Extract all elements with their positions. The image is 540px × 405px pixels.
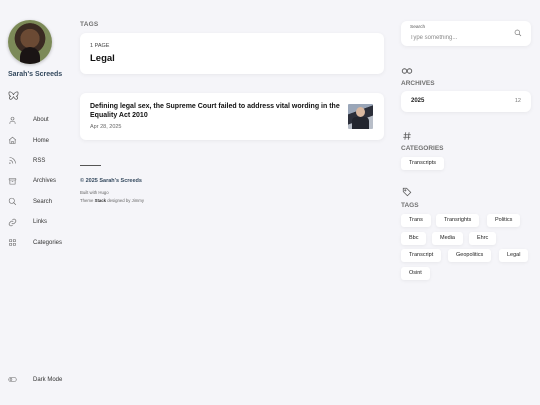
sidebar-item-categories[interactable]: Categories: [8, 232, 62, 252]
site-name[interactable]: Sarah's Screeds: [8, 71, 62, 78]
tags-title: TAGS: [401, 202, 419, 209]
tag-chip[interactable]: Politics: [487, 214, 521, 227]
article-date: Apr 28, 2025: [90, 124, 122, 130]
term-header-card: 1 PAGE Legal: [80, 33, 384, 74]
article-thumbnail[interactable]: [348, 104, 373, 129]
sidebar-item-links[interactable]: Links: [8, 212, 62, 232]
footer-theme-suffix: designed by Jimmy: [106, 198, 145, 203]
sidebar-item-label: RSS: [33, 157, 46, 164]
sidebar-item-label: Archives: [33, 178, 57, 185]
butterfly-icon[interactable]: [8, 91, 19, 102]
tag-chip[interactable]: Bbc: [401, 232, 427, 245]
archive-year-2025[interactable]: 2025 12: [401, 91, 531, 112]
footer-divider: [80, 165, 101, 166]
avatar[interactable]: [8, 20, 52, 64]
sidebar-item-search[interactable]: Search: [8, 192, 62, 212]
toggle-icon: [8, 375, 17, 384]
theme-link[interactable]: Stack: [95, 198, 106, 203]
search-icon[interactable]: [514, 29, 522, 37]
tag-chip[interactable]: Legal: [499, 249, 529, 262]
sidebar-item-about[interactable]: About: [8, 110, 62, 130]
archive-icon: [8, 177, 17, 186]
hash-icon: [403, 132, 411, 140]
infinity-icon: [401, 68, 413, 74]
tag-chip[interactable]: Geopolitics: [448, 249, 492, 262]
section-label: TAGS: [80, 21, 99, 28]
search-widget: Search: [401, 21, 531, 46]
search-icon: [8, 197, 17, 206]
tag-chip[interactable]: Transcript: [401, 249, 442, 262]
sidebar-item-label: Categories: [33, 239, 63, 246]
search-input[interactable]: [410, 33, 510, 42]
dark-mode-toggle[interactable]: Dark Mode: [8, 375, 62, 384]
archives-title: ARCHIVES: [401, 80, 435, 87]
article-title[interactable]: Defining legal sex, the Supreme Court fa…: [90, 102, 345, 120]
home-icon: [8, 136, 17, 145]
page-title: Legal: [90, 53, 115, 64]
rss-icon: [8, 156, 17, 165]
archive-count: 12: [514, 98, 521, 104]
tag-chip[interactable]: Ehrc: [469, 232, 497, 245]
sidebar-item-label: Links: [33, 219, 48, 226]
grid-icon: [8, 238, 17, 247]
tag-chip[interactable]: Osint: [401, 267, 430, 280]
tag-chip[interactable]: Transrights: [436, 214, 480, 227]
footer-copyright: © 2025 Sarah's Screeds: [80, 178, 142, 184]
sidebar-item-archives[interactable]: Archives: [8, 171, 62, 191]
link-icon: [8, 218, 17, 227]
sidebar-item-label: Home: [33, 137, 50, 144]
footer-theme: Theme Stack designed by Jimmy: [80, 198, 144, 203]
sidebar-item-label: Search: [33, 198, 53, 205]
tag-chip[interactable]: Trans: [401, 214, 431, 227]
dark-mode-label: Dark Mode: [33, 376, 63, 383]
page-count: 1 PAGE: [90, 43, 110, 49]
article-card[interactable]: Defining legal sex, the Supreme Court fa…: [80, 93, 384, 140]
sidebar-item-rss[interactable]: RSS: [8, 151, 62, 171]
footer-theme-prefix: Theme: [80, 198, 95, 203]
archive-year: 2025: [411, 98, 425, 104]
category-chip[interactable]: Transcripts: [401, 157, 444, 170]
tag-chip[interactable]: Media: [432, 232, 463, 245]
categories-title: CATEGORIES: [401, 145, 444, 152]
sidebar-menu: About Home RSS Archives Search Links Cat…: [8, 110, 62, 253]
sidebar-item-label: About: [33, 117, 49, 124]
footer-built-with[interactable]: Built with Hugo: [80, 190, 109, 195]
sidebar-item-home[interactable]: Home: [8, 130, 62, 150]
tag-icon: [402, 187, 412, 197]
search-label: Search: [410, 25, 426, 30]
user-icon: [8, 116, 17, 125]
